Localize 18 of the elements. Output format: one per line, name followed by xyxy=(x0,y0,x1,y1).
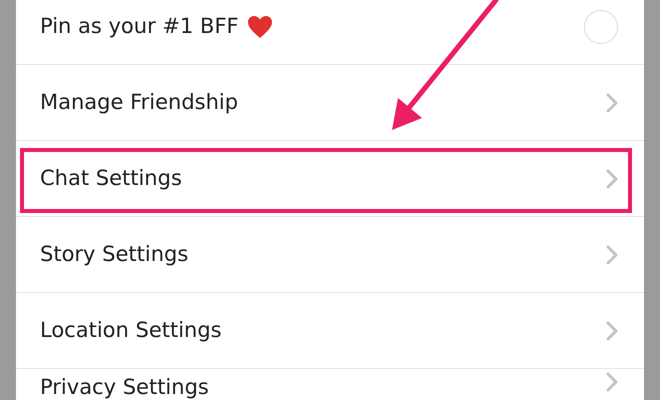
menu-item[interactable]: Chat Settings xyxy=(16,141,644,217)
chevron-right-icon xyxy=(606,92,618,112)
item-label: Privacy Settings xyxy=(40,374,209,400)
heart-icon xyxy=(246,14,273,38)
item-label: Chat Settings xyxy=(40,164,182,192)
item-label: Location Settings xyxy=(40,316,222,344)
item-label: Pin as your #1 BFF xyxy=(40,12,239,40)
menu-item[interactable]: Story Settings xyxy=(16,217,644,293)
menu-item[interactable]: Pin as your #1 BFF xyxy=(16,0,644,65)
chevron-right-icon xyxy=(606,320,618,340)
radio-button[interactable] xyxy=(584,10,618,44)
menu-item[interactable]: Location Settings xyxy=(16,293,644,369)
chevron-right-icon xyxy=(606,244,618,264)
item-label: Manage Friendship xyxy=(40,88,238,116)
chevron-right-icon xyxy=(606,372,618,392)
chevron-right-icon xyxy=(606,168,618,188)
menu-item[interactable]: Privacy Settings xyxy=(16,369,644,400)
item-label: Story Settings xyxy=(40,240,188,268)
